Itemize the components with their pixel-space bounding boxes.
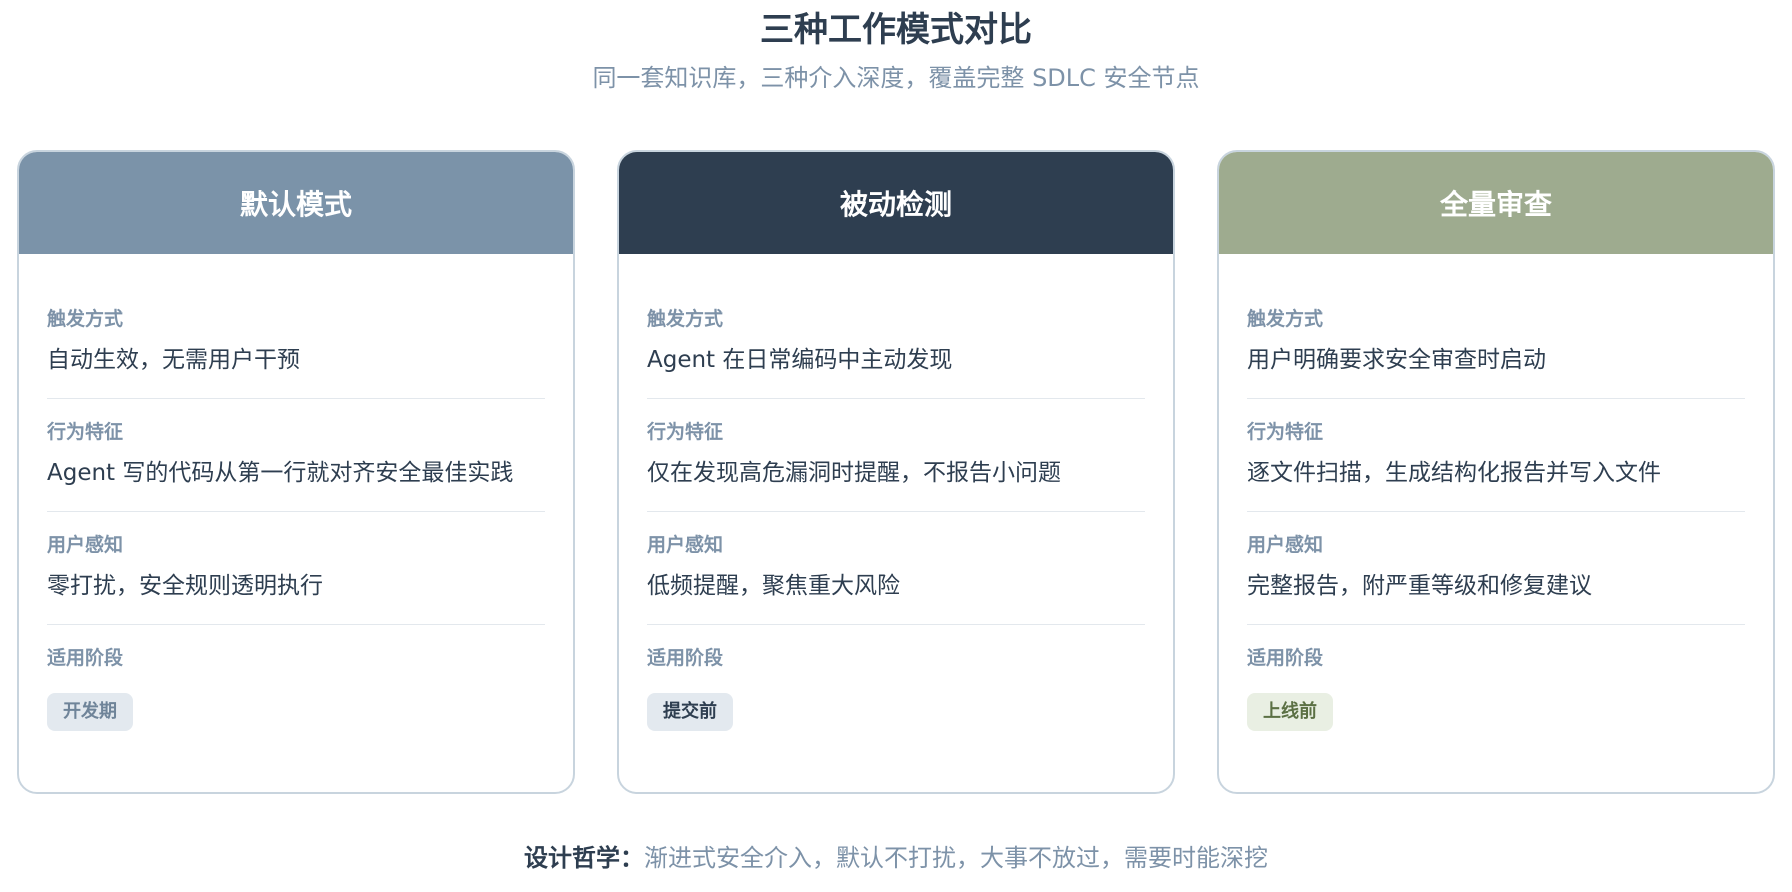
- design-philosophy: 设计哲学：渐进式安全介入，默认不打扰，大事不放过，需要时能深挖: [0, 840, 1792, 876]
- row-label: 行为特征: [47, 421, 124, 443]
- row-value: 零打扰，安全规则透明执行: [47, 573, 323, 599]
- row-value: 自动生效，无需用户干预: [47, 347, 300, 373]
- page: 三种工作模式对比 同一套知识库，三种介入深度，覆盖完整 SDLC 安全节点 默认…: [0, 0, 1792, 892]
- row-trigger: 触发方式 用户明确要求安全审查时启动: [1247, 306, 1745, 399]
- card-default-mode: 默认模式 触发方式 自动生效，无需用户干预 行为特征 Agent 写的代码从第一…: [17, 150, 575, 794]
- row-label: 行为特征: [1247, 421, 1324, 443]
- card-body: 触发方式 Agent 在日常编码中主动发现 行为特征 仅在发现高危漏洞时提醒，不…: [619, 254, 1173, 731]
- row-value: 逐文件扫描，生成结构化报告并写入文件: [1247, 460, 1661, 486]
- stage-label: 适用阶段: [47, 647, 124, 669]
- row-label: 行为特征: [647, 421, 724, 443]
- card-body: 触发方式 用户明确要求安全审查时启动 行为特征 逐文件扫描，生成结构化报告并写入…: [1219, 254, 1773, 731]
- card-header: 被动检测: [619, 152, 1173, 254]
- row-behavior: 行为特征 仅在发现高危漏洞时提醒，不报告小问题: [647, 419, 1145, 512]
- footer-text: 渐进式安全介入，默认不打扰，大事不放过，需要时能深挖: [644, 844, 1268, 872]
- row-perception: 用户感知 低频提醒，聚焦重大风险: [647, 532, 1145, 625]
- row-trigger: 触发方式 Agent 在日常编码中主动发现: [647, 306, 1145, 399]
- row-label: 用户感知: [1247, 534, 1324, 556]
- row-trigger: 触发方式 自动生效，无需用户干预: [47, 306, 545, 399]
- row-behavior: 行为特征 Agent 写的代码从第一行就对齐安全最佳实践: [47, 419, 545, 512]
- row-perception: 用户感知 完整报告，附严重等级和修复建议: [1247, 532, 1745, 625]
- row-behavior: 行为特征 逐文件扫描，生成结构化报告并写入文件: [1247, 419, 1745, 512]
- stage-badge: 上线前: [1247, 693, 1333, 731]
- row-value: 仅在发现高危漏洞时提醒，不报告小问题: [647, 460, 1061, 486]
- mode-cards: 默认模式 触发方式 自动生效，无需用户干预 行为特征 Agent 写的代码从第一…: [17, 150, 1775, 794]
- page-subtitle: 同一套知识库，三种介入深度，覆盖完整 SDLC 安全节点: [592, 64, 1200, 92]
- row-value: 低频提醒，聚焦重大风险: [647, 573, 900, 599]
- stage-label: 适用阶段: [1247, 647, 1324, 669]
- footer-label: 设计哲学：: [524, 844, 644, 872]
- card-body: 触发方式 自动生效，无需用户干预 行为特征 Agent 写的代码从第一行就对齐安…: [19, 254, 573, 731]
- stage-badge: 提交前: [647, 693, 733, 731]
- stage-badge: 开发期: [47, 693, 133, 731]
- card-header: 全量审查: [1219, 152, 1773, 254]
- card-header: 默认模式: [19, 152, 573, 254]
- row-label: 触发方式: [47, 308, 124, 330]
- row-value: 完整报告，附严重等级和修复建议: [1247, 573, 1592, 599]
- card-full-review: 全量审查 触发方式 用户明确要求安全审查时启动 行为特征 逐文件扫描，生成结构化…: [1217, 150, 1775, 794]
- row-value: 用户明确要求安全审查时启动: [1247, 347, 1546, 373]
- row-label: 用户感知: [647, 534, 724, 556]
- row-label: 触发方式: [647, 308, 724, 330]
- stage-label: 适用阶段: [647, 647, 724, 669]
- page-title: 三种工作模式对比: [760, 10, 1032, 50]
- row-label: 触发方式: [1247, 308, 1324, 330]
- row-value: Agent 在日常编码中主动发现: [647, 347, 953, 373]
- row-label: 用户感知: [47, 534, 124, 556]
- row-perception: 用户感知 零打扰，安全规则透明执行: [47, 532, 545, 625]
- row-value: Agent 写的代码从第一行就对齐安全最佳实践: [47, 460, 514, 486]
- card-passive-detection: 被动检测 触发方式 Agent 在日常编码中主动发现 行为特征 仅在发现高危漏洞…: [617, 150, 1175, 794]
